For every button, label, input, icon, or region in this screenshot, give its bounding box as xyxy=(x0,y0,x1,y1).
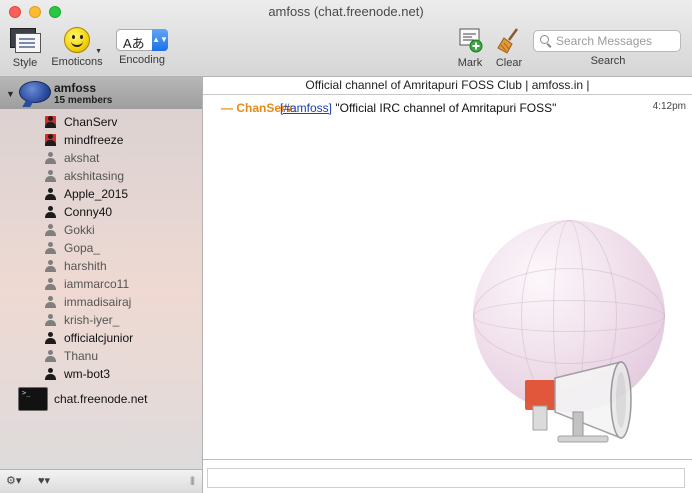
mark-label: Mark xyxy=(457,57,483,69)
member-nick: akshitasing xyxy=(64,169,125,183)
member-nick: wm-bot3 xyxy=(64,367,111,381)
smiley-icon xyxy=(64,27,90,53)
person-icon xyxy=(45,170,56,182)
style-button[interactable]: Style xyxy=(6,26,44,69)
server-row[interactable]: chat.freenode.net xyxy=(0,385,202,413)
title-bar: amfoss (chat.freenode.net) Style ▼ Emoti… xyxy=(0,0,692,77)
encoding-select[interactable]: Aあ ▲▼ xyxy=(116,29,168,51)
chat-transcript[interactable]: — ChanServ: [#amfoss] "Official IRC chan… xyxy=(203,95,692,459)
search-label: Search xyxy=(590,55,626,67)
channel-topic: Official channel of Amritapuri FOSS Club… xyxy=(203,77,692,95)
member-item[interactable]: Thanu xyxy=(0,347,202,365)
member-list: ChanServ mindfreeze akshat akshitasing A… xyxy=(0,113,202,383)
window-title: amfoss (chat.freenode.net) xyxy=(268,4,424,19)
style-label: Style xyxy=(12,57,38,69)
member-nick: harshith xyxy=(64,259,107,273)
message-text: "Official IRC channel of Amritapuri FOSS… xyxy=(332,101,557,115)
member-nick: ChanServ xyxy=(64,115,118,129)
channel-row-amfoss[interactable]: ▼ amfoss 15 members xyxy=(0,77,202,109)
member-nick: Apple_2015 xyxy=(64,187,129,201)
style-icon xyxy=(10,28,41,54)
message-input[interactable] xyxy=(207,468,685,488)
megaphone-watermark-icon xyxy=(525,361,632,443)
chat-bubble-icon xyxy=(19,81,51,103)
member-nick: krish-iyer_ xyxy=(64,313,120,327)
search-field[interactable] xyxy=(533,30,681,52)
member-item[interactable]: harshith xyxy=(0,257,202,275)
member-nick: mindfreeze xyxy=(64,133,124,147)
person-icon xyxy=(45,206,56,218)
clear-label: Clear xyxy=(495,57,523,69)
member-item[interactable]: Apple_2015 xyxy=(0,185,202,203)
person-icon xyxy=(45,296,56,308)
chat-message: — ChanServ: [#amfoss] "Official IRC chan… xyxy=(203,100,692,116)
encoding-control: Aあ ▲▼ Encoding xyxy=(112,26,172,66)
channel-member-count: 15 members xyxy=(54,95,113,106)
gear-icon[interactable]: ⚙▾ xyxy=(6,474,26,488)
person-icon xyxy=(45,260,56,272)
member-item[interactable]: akshitasing xyxy=(0,167,202,185)
member-item[interactable]: Conny40 xyxy=(0,203,202,221)
message-timestamp: 4:12pm xyxy=(652,101,686,112)
member-nick: Thanu xyxy=(64,349,99,363)
disclosure-triangle-icon[interactable]: ▼ xyxy=(6,89,15,99)
person-icon xyxy=(45,314,56,326)
member-nick: akshat xyxy=(64,151,100,165)
heart-icon[interactable]: ♥▾ xyxy=(38,474,58,488)
encoding-label: Encoding xyxy=(119,54,165,66)
encoding-value: Aあ xyxy=(123,36,145,51)
person-icon xyxy=(45,332,56,344)
member-item[interactable]: immadisairaj xyxy=(0,293,202,311)
member-nick: Gokki xyxy=(64,223,95,237)
person-icon xyxy=(45,242,56,254)
member-item[interactable]: mindfreeze xyxy=(0,131,202,149)
channel-link[interactable]: [#amfoss] xyxy=(280,101,332,115)
sidebar: ▼ amfoss 15 members ChanServ mindfreeze … xyxy=(0,77,203,469)
member-item[interactable]: officialcjunior xyxy=(0,329,202,347)
person-icon xyxy=(45,134,56,146)
person-icon xyxy=(45,278,56,290)
message-body: [#amfoss] "Official IRC channel of Amrit… xyxy=(280,101,556,115)
emoticons-button[interactable]: ▼ Emoticons xyxy=(50,26,104,68)
chevron-updown-icon: ▲▼ xyxy=(152,29,168,51)
person-icon xyxy=(45,116,56,128)
channel-name: amfoss xyxy=(54,81,97,95)
person-icon xyxy=(45,368,56,380)
member-nick: officialcjunior xyxy=(64,331,134,345)
person-icon xyxy=(45,188,56,200)
member-item[interactable]: akshat xyxy=(0,149,202,167)
member-nick: immadisairaj xyxy=(64,295,132,309)
broom-icon xyxy=(495,26,523,54)
member-item[interactable]: krish-iyer_ xyxy=(0,311,202,329)
member-item[interactable]: iammarco11 xyxy=(0,275,202,293)
search-input[interactable] xyxy=(556,33,674,49)
member-nick: Gopa_ xyxy=(64,241,101,255)
member-item[interactable]: wm-bot3 xyxy=(0,365,202,383)
chevron-down-icon: ▼ xyxy=(95,48,102,55)
member-item[interactable]: Gokki xyxy=(0,221,202,239)
terminal-icon xyxy=(18,387,48,411)
person-icon xyxy=(45,152,56,164)
emoticons-label: Emoticons xyxy=(51,56,103,68)
mark-button[interactable]: Mark xyxy=(452,26,488,69)
message-input-area xyxy=(203,459,692,493)
clear-button[interactable]: Clear xyxy=(491,26,527,69)
member-nick: iammarco11 xyxy=(64,277,130,291)
mark-icon xyxy=(456,26,484,54)
person-icon xyxy=(45,224,56,236)
member-item[interactable]: ChanServ xyxy=(0,113,202,131)
person-icon xyxy=(45,350,56,362)
server-name: chat.freenode.net xyxy=(54,392,148,406)
search-icon xyxy=(540,35,549,44)
search-control: Search xyxy=(533,26,683,67)
member-item[interactable]: Gopa_ xyxy=(0,239,202,257)
sidebar-footer: ⚙▾ ♥▾ ||| xyxy=(0,469,203,493)
member-nick: Conny40 xyxy=(64,205,113,219)
sidebar-resize-handle[interactable]: ||| xyxy=(190,475,195,485)
